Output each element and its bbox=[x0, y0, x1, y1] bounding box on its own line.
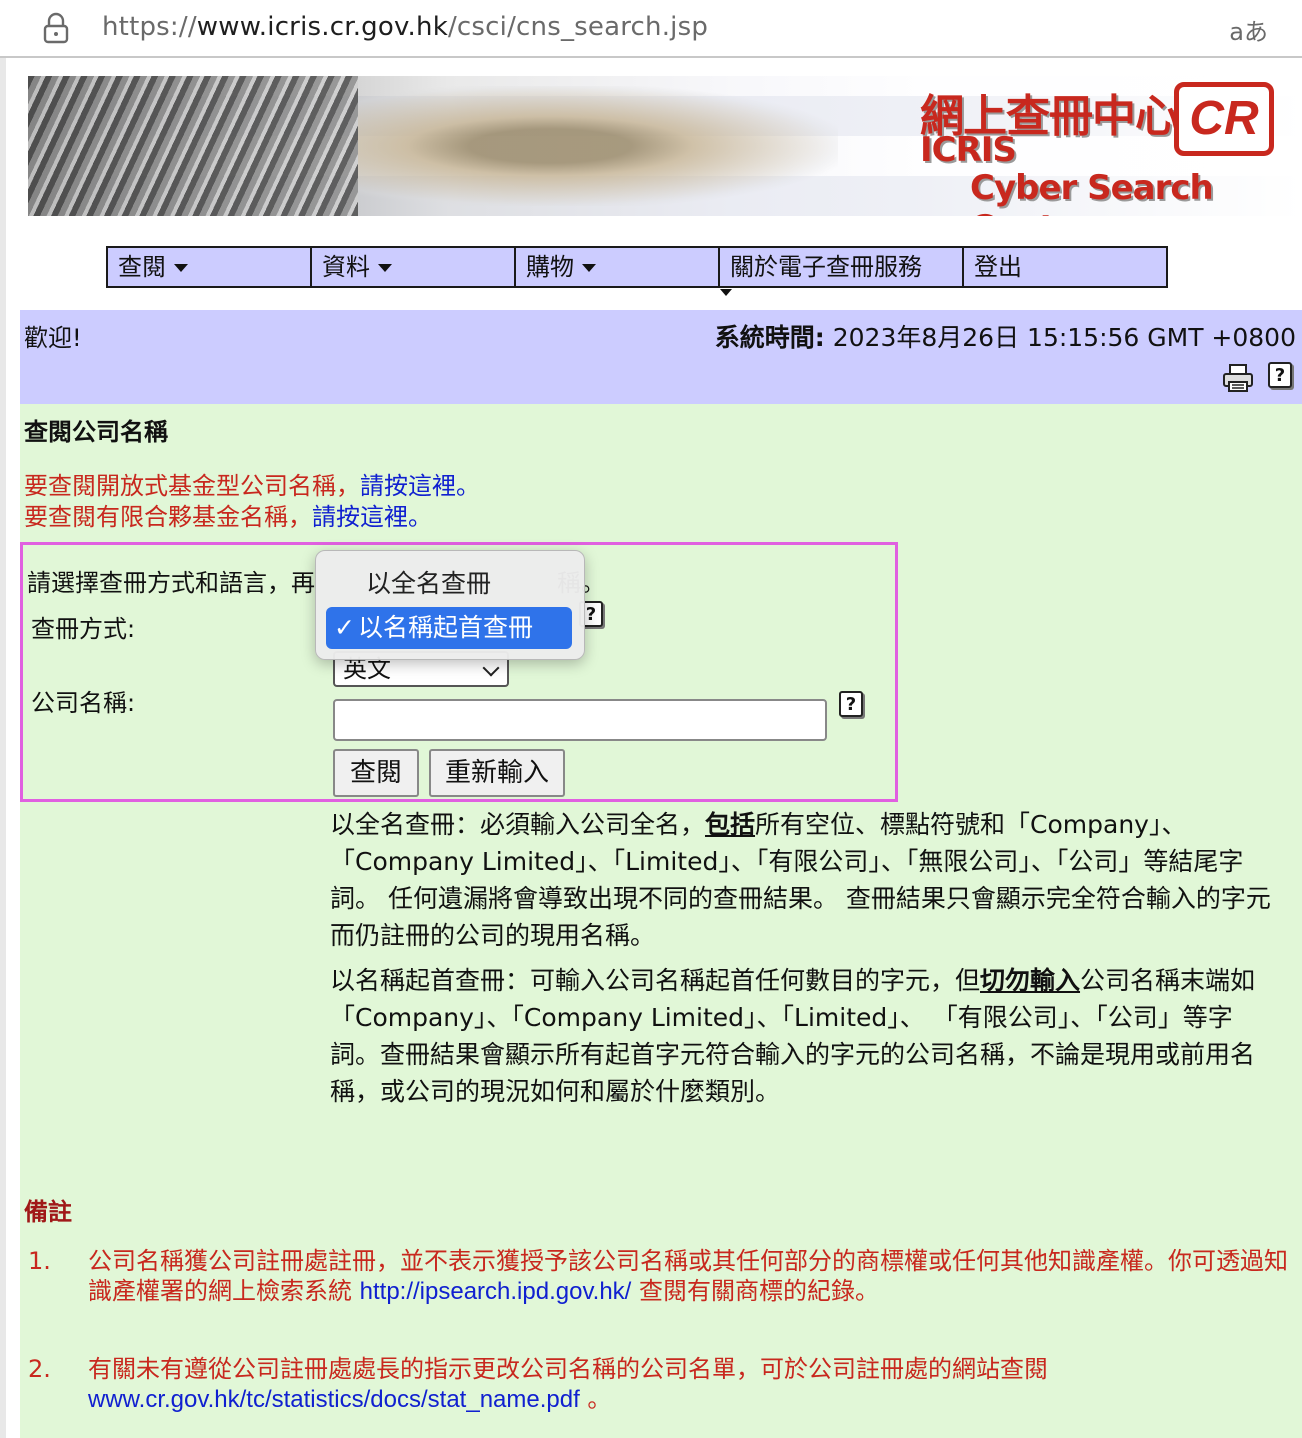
lock-icon bbox=[43, 12, 69, 44]
main-menu: 查閱 資料 購物 關於電子查冊服務 登出 bbox=[106, 246, 1168, 296]
company-name-label: 公司名稱: bbox=[31, 689, 136, 717]
menu-item-shopping[interactable]: 購物 bbox=[516, 248, 720, 286]
note-item: 2. 有關未有遵從公司註冊處處長的指示更改公司名稱的公司名單，可於公司註冊處的網… bbox=[28, 1354, 1298, 1416]
method-label: 查冊方式: bbox=[31, 615, 136, 643]
search-button[interactable]: 查閱 bbox=[333, 749, 419, 797]
ofc-notice: 要查閱開放式基金型公司名稱，請按這裡。 bbox=[24, 466, 480, 501]
instruction-start: 請選擇查冊方式和語言，再 bbox=[27, 569, 315, 597]
note-number: 2. bbox=[28, 1355, 51, 1383]
menu-item-info[interactable]: 資料 bbox=[312, 248, 516, 286]
banner-city-image bbox=[28, 76, 358, 216]
caret-down-icon bbox=[582, 264, 596, 272]
method-option-prefix-label: 以名稱起首查冊 bbox=[358, 613, 534, 642]
desc-emphasis: 切勿輸入 bbox=[980, 966, 1081, 995]
chevron-down-icon bbox=[482, 659, 500, 677]
note-item: 1. 公司名稱獲公司註冊處註冊，並不表示獲授予該公司名稱或其任何部分的商標權或任… bbox=[28, 1246, 1298, 1308]
ofc-link[interactable]: 請按這裡。 bbox=[360, 472, 480, 500]
prefix-description: 以名稱起首查冊：可輸入公司名稱起首任何數目的字元，但切勿輸入公司名稱末端如 「C… bbox=[330, 962, 1280, 1110]
desc-text: 以名稱起首查冊：可輸入公司名稱起首任何數目的字元，但 bbox=[330, 966, 981, 995]
banner-map-image bbox=[358, 86, 838, 206]
banner-title-icris: ICRIS bbox=[920, 130, 1017, 170]
main-content: 查閱公司名稱 要查閱開放式基金型公司名稱，請按這裡。 要查閱有限合夥基金名稱，請… bbox=[20, 404, 1302, 1438]
ipsearch-link[interactable]: http://ipsearch.ipd.gov.hk/ bbox=[360, 1278, 632, 1305]
fullname-description: 以全名查冊：必須輸入公司全名，包括所有空位、標點符號和「Company」、「Co… bbox=[330, 806, 1280, 954]
note-number: 1. bbox=[28, 1247, 51, 1275]
company-name-input[interactable] bbox=[333, 699, 827, 741]
system-time: 系統時間: 2023年8月26日 15:15:56 GMT +0800 bbox=[715, 318, 1296, 354]
name-help-icon[interactable]: ? bbox=[839, 691, 863, 717]
stat-name-link[interactable]: www.cr.gov.hk/tc/statistics/docs/stat_na… bbox=[88, 1386, 580, 1413]
menu-item-about[interactable]: 關於電子查冊服務 bbox=[720, 248, 964, 296]
desc-emphasis: 包括 bbox=[705, 810, 756, 839]
translate-icon[interactable]: aあ bbox=[1229, 12, 1268, 47]
checkmark-icon: ✓ bbox=[334, 613, 355, 642]
lpf-link[interactable]: 請按這裡。 bbox=[312, 503, 432, 531]
lpf-notice-text: 要查閱有限合夥基金名稱， bbox=[24, 503, 312, 531]
menu-label: 關於電子查冊服務 bbox=[730, 253, 922, 281]
note-text: 有關未有遵從公司註冊處處長的指示更改公司名稱的公司名單，可於公司註冊處的網站查閱 bbox=[88, 1355, 1048, 1383]
ofc-notice-text: 要查閱開放式基金型公司名稱， bbox=[24, 472, 360, 500]
menu-label: 購物 bbox=[526, 253, 574, 281]
printer-icon[interactable] bbox=[1222, 362, 1254, 394]
page-title: 查閱公司名稱 bbox=[24, 418, 168, 446]
menu-label: 資料 bbox=[322, 253, 370, 281]
note-body: 公司名稱獲公司註冊處註冊，並不表示獲授予該公司名稱或其任何部分的商標權或任何其他… bbox=[88, 1246, 1288, 1307]
banner-title-en: Cyber Search Centre bbox=[970, 168, 1214, 216]
caret-down-icon bbox=[378, 264, 392, 272]
note-text: 。 bbox=[579, 1385, 612, 1413]
method-dropdown-menu: 以全名查冊 ✓ 以名稱起首查冊 bbox=[315, 550, 585, 660]
reset-button[interactable]: 重新輸入 bbox=[429, 749, 565, 797]
menu-item-search[interactable]: 查閱 bbox=[108, 248, 312, 286]
method-option-fullname[interactable]: 以全名查冊 bbox=[326, 563, 572, 605]
search-form: 請選擇查冊方式和語言，再稱。 查冊方式: ? 公司名稱: 英文 ? 查閱 重新輸… bbox=[20, 542, 898, 802]
notes-title: 備註 bbox=[24, 1198, 72, 1226]
system-time-value: 2023年8月26日 15:15:56 GMT +0800 bbox=[832, 323, 1296, 352]
left-edge bbox=[0, 58, 6, 1438]
cr-logo: CR bbox=[1174, 82, 1274, 156]
help-icon[interactable]: ? bbox=[1268, 362, 1292, 388]
welcome-text: 歡迎! bbox=[24, 324, 82, 352]
site-banner: 網上查冊中心 ICRIS Cyber Search Centre CR bbox=[28, 76, 1302, 216]
browser-address-bar[interactable]: https://www.icris.cr.gov.hk/csci/cns_sea… bbox=[0, 0, 1302, 58]
method-option-prefix[interactable]: ✓ 以名稱起首查冊 bbox=[326, 607, 572, 649]
note-body: 有關未有遵從公司註冊處處長的指示更改公司名稱的公司名單，可於公司註冊處的網站查閱… bbox=[88, 1354, 1288, 1415]
lpf-notice: 要查閱有限合夥基金名稱，請按這裡。 bbox=[24, 497, 432, 532]
menu-label: 查閱 bbox=[118, 253, 166, 281]
caret-down-icon bbox=[720, 289, 732, 296]
menu-item-logout[interactable]: 登出 bbox=[964, 248, 1162, 286]
menu-label: 登出 bbox=[974, 253, 1022, 281]
status-bar: 歡迎! 系統時間: 2023年8月26日 15:15:56 GMT +0800 … bbox=[20, 310, 1302, 404]
caret-down-icon bbox=[174, 264, 188, 272]
note-text: 查閱有關商標的紀錄。 bbox=[631, 1277, 879, 1305]
desc-text: 以全名查冊：必須輸入公司全名， bbox=[330, 810, 706, 839]
system-time-label: 系統時間: bbox=[714, 323, 825, 352]
url-text[interactable]: https://www.icris.cr.gov.hk/csci/cns_sea… bbox=[102, 12, 708, 42]
